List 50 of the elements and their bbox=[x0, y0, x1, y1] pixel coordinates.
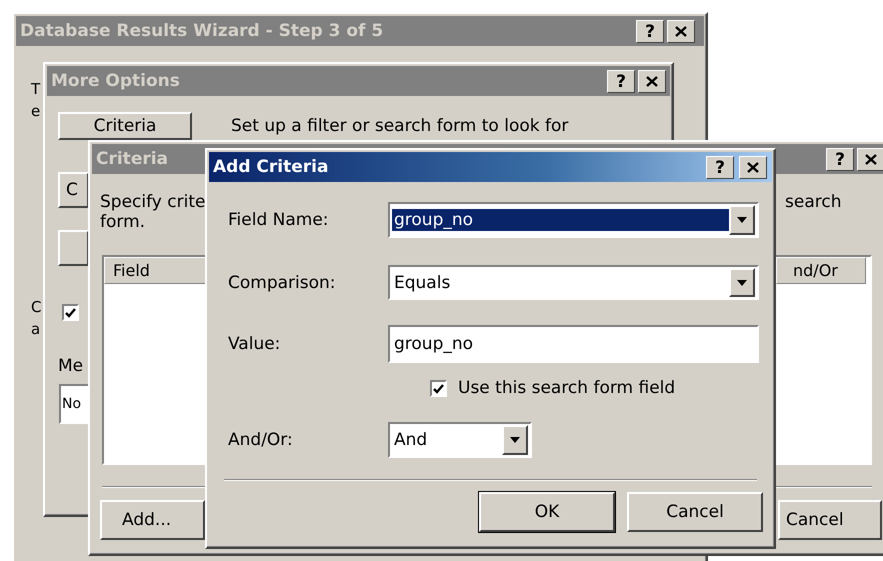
column-header: nd/Or bbox=[776, 257, 866, 284]
description-text: Specify crite bbox=[100, 192, 206, 212]
field-label: Comparison: bbox=[228, 273, 336, 293]
checkmark-icon bbox=[433, 384, 444, 394]
text-fragment: C bbox=[31, 298, 42, 316]
field-label: And/Or: bbox=[228, 430, 293, 450]
window-title: More Options bbox=[51, 71, 180, 91]
help-button[interactable]: ? bbox=[826, 148, 854, 171]
tab-button[interactable]: Criteria bbox=[58, 112, 192, 140]
close-icon bbox=[865, 154, 877, 165]
description-text: Set up a filter or search form to look for bbox=[231, 116, 568, 136]
message-field[interactable]: No bbox=[59, 384, 90, 424]
checkbox[interactable] bbox=[430, 380, 447, 397]
window-title: Criteria bbox=[96, 149, 168, 169]
description-text: form. bbox=[100, 212, 146, 232]
field-label: Field Name: bbox=[228, 210, 329, 230]
dropdown[interactable]: Equals bbox=[388, 265, 759, 300]
add-button[interactable]: Add... bbox=[100, 500, 205, 540]
close-button[interactable] bbox=[857, 148, 883, 171]
ok-button[interactable]: OK bbox=[479, 492, 615, 532]
cancel-button[interactable]: Cancel bbox=[627, 492, 763, 532]
checkbox-label: Use this search form field bbox=[458, 378, 676, 398]
help-button[interactable]: ? bbox=[607, 70, 635, 93]
help-button[interactable]: ? bbox=[636, 20, 664, 43]
dropdown-arrow-icon bbox=[737, 217, 747, 223]
checkbox[interactable] bbox=[62, 304, 79, 321]
close-icon bbox=[646, 76, 658, 87]
text-fragment: T bbox=[31, 80, 40, 98]
close-button[interactable] bbox=[667, 20, 695, 43]
tab-button[interactable] bbox=[58, 230, 89, 266]
field-label: Me bbox=[58, 356, 84, 376]
value-field[interactable]: group_no bbox=[388, 325, 759, 363]
cancel-button[interactable]: Cancel bbox=[778, 500, 882, 540]
window-title: Database Results Wizard - Step 3 of 5 bbox=[20, 21, 384, 41]
close-icon bbox=[747, 162, 759, 173]
dropdown[interactable]: group_no bbox=[388, 202, 759, 238]
text-fragment: e bbox=[31, 102, 40, 120]
close-button[interactable] bbox=[739, 156, 767, 179]
dropdown-arrow-icon bbox=[510, 437, 520, 443]
text-fragment: a bbox=[31, 320, 40, 338]
field-label: Value: bbox=[228, 334, 280, 354]
description-text: search bbox=[785, 192, 842, 212]
tab-button[interactable]: C bbox=[58, 172, 89, 208]
window-title: Add Criteria bbox=[213, 157, 328, 177]
dropdown-arrow-icon bbox=[737, 280, 747, 286]
checkmark-icon bbox=[65, 308, 76, 318]
close-button[interactable] bbox=[638, 70, 666, 93]
dropdown[interactable]: And bbox=[388, 422, 532, 458]
help-button[interactable]: ? bbox=[706, 156, 734, 179]
close-icon bbox=[675, 26, 687, 37]
